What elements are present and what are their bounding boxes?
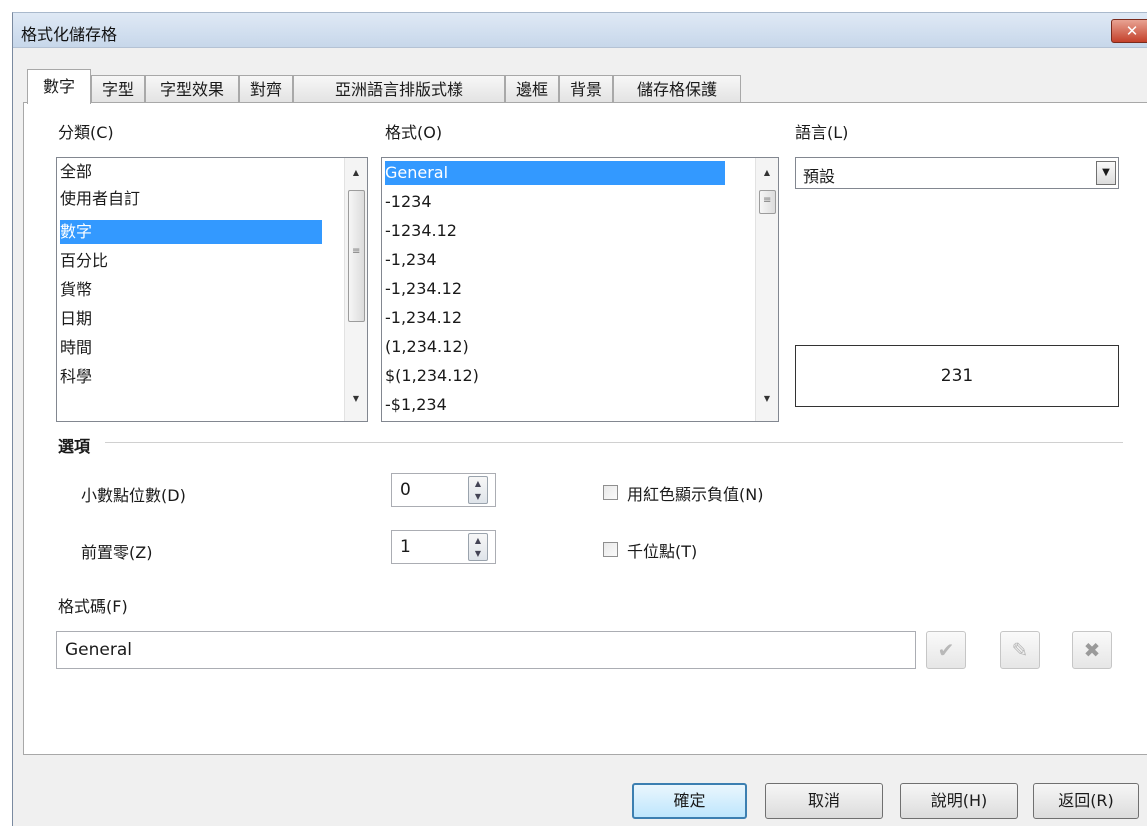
- format-preview: 231: [795, 345, 1119, 407]
- tab-numbers[interactable]: 數字: [27, 69, 91, 104]
- options-section-label: 選項: [58, 437, 91, 456]
- decimal-places-stepper[interactable]: ▲ ▼: [468, 476, 488, 504]
- category-list[interactable]: 全部 使用者自訂 數字 百分比 貨幣 日期 時間 科學 ▲ ≡ ▼: [56, 157, 368, 422]
- list-item-selected[interactable]: 數字: [60, 220, 322, 244]
- scroll-up-arrow-icon[interactable]: ▲: [345, 168, 367, 177]
- accept-format-button[interactable]: ✔: [926, 631, 966, 669]
- format-scrollbar[interactable]: ▲ ≡ ▼: [755, 158, 778, 421]
- edit-comment-icon: ✎: [1011, 638, 1029, 662]
- list-item-selected[interactable]: General: [385, 161, 725, 185]
- language-select[interactable]: 預設 ▼: [795, 157, 1119, 189]
- list-item[interactable]: 科學: [60, 365, 92, 389]
- grip-icon: ≡: [763, 195, 772, 206]
- tab-font-effects[interactable]: 字型效果: [145, 75, 239, 102]
- list-item[interactable]: 貨幣: [60, 278, 92, 302]
- tab-asian-typography[interactable]: 亞洲語言排版式樣: [293, 75, 505, 102]
- list-item[interactable]: -$1,234: [385, 393, 447, 417]
- list-item[interactable]: (1,234.12): [385, 335, 469, 359]
- scroll-up-arrow-icon[interactable]: ▲: [756, 168, 778, 177]
- format-list[interactable]: General -1234 -1234.12 -1,234 -1,234.12 …: [381, 157, 779, 422]
- category-scrollbar[interactable]: ▲ ≡ ▼: [344, 158, 367, 421]
- ok-button[interactable]: 確定: [632, 783, 747, 819]
- format-code-label: 格式碼(F): [58, 597, 128, 616]
- cancel-button[interactable]: 取消: [765, 783, 883, 819]
- language-value: 預設: [803, 167, 836, 186]
- decimal-places-value: 0: [400, 480, 411, 500]
- list-item[interactable]: -1234.12: [385, 219, 457, 243]
- scroll-down-arrow-icon[interactable]: ▼: [345, 394, 367, 403]
- stepper-down-icon[interactable]: ▼: [469, 490, 487, 503]
- negative-red-label[interactable]: 用紅色顯示負值(N): [627, 481, 763, 505]
- list-item[interactable]: 全部: [60, 160, 92, 184]
- leading-zeros-value: 1: [400, 537, 411, 557]
- stepper-up-icon[interactable]: ▲: [469, 477, 487, 490]
- list-item[interactable]: -1234: [385, 190, 432, 214]
- scroll-thumb[interactable]: ≡: [759, 190, 776, 214]
- dropdown-arrow-icon[interactable]: ▼: [1096, 161, 1116, 185]
- format-code-value: General: [65, 640, 132, 660]
- list-item[interactable]: 百分比: [60, 249, 108, 273]
- format-code-input[interactable]: General: [56, 631, 916, 669]
- list-item[interactable]: $(1,234.12): [385, 364, 479, 388]
- tab-borders[interactable]: 邊框: [505, 75, 559, 102]
- tab-cell-protection[interactable]: 儲存格保護: [613, 75, 741, 102]
- list-item[interactable]: 時間: [60, 336, 92, 360]
- format-cells-dialog: 格式化儲存格 ✕ 數字 字型 字型效果 對齊 亞洲語言排版式樣 邊框 背景 儲存…: [12, 12, 1147, 826]
- list-item[interactable]: -1,234.12: [385, 306, 462, 330]
- tab-alignment[interactable]: 對齊: [239, 75, 293, 102]
- format-label: 格式(O): [385, 123, 443, 142]
- stepper-down-icon[interactable]: ▼: [469, 547, 487, 560]
- leading-zeros-stepper[interactable]: ▲ ▼: [468, 533, 488, 561]
- delete-format-button[interactable]: ✖: [1072, 631, 1112, 669]
- list-item[interactable]: -1,234: [385, 248, 437, 272]
- title-bar: 格式化儲存格 ✕: [13, 13, 1147, 48]
- stepper-up-icon[interactable]: ▲: [469, 534, 487, 547]
- grip-icon: ≡: [352, 246, 361, 257]
- list-item[interactable]: -1,234.12: [385, 277, 462, 301]
- options-divider: [105, 442, 1123, 443]
- close-button[interactable]: ✕: [1111, 19, 1147, 43]
- scroll-down-arrow-icon[interactable]: ▼: [756, 394, 778, 403]
- list-item[interactable]: 日期: [60, 307, 92, 331]
- close-icon: ✕: [1125, 22, 1139, 40]
- thousands-separator-label[interactable]: 千位點(T): [627, 538, 697, 562]
- tab-font[interactable]: 字型: [91, 75, 145, 102]
- thousands-separator-checkbox[interactable]: [603, 542, 618, 557]
- edit-comment-button[interactable]: ✎: [1000, 631, 1040, 669]
- scroll-thumb[interactable]: ≡: [348, 190, 365, 322]
- list-item[interactable]: 使用者自訂: [60, 187, 140, 211]
- leading-zeros-label: 前置零(Z): [81, 543, 153, 562]
- check-icon: ✔: [937, 638, 955, 662]
- help-button[interactable]: 說明(H): [900, 783, 1018, 819]
- category-label: 分類(C): [58, 123, 114, 142]
- language-label: 語言(L): [795, 123, 849, 142]
- negative-red-checkbox[interactable]: [603, 485, 618, 500]
- delete-icon: ✖: [1083, 638, 1101, 662]
- tab-background[interactable]: 背景: [559, 75, 613, 102]
- decimal-places-label: 小數點位數(D): [81, 486, 186, 505]
- dialog-title: 格式化儲存格: [21, 25, 118, 44]
- reset-button[interactable]: 返回(R): [1033, 783, 1139, 819]
